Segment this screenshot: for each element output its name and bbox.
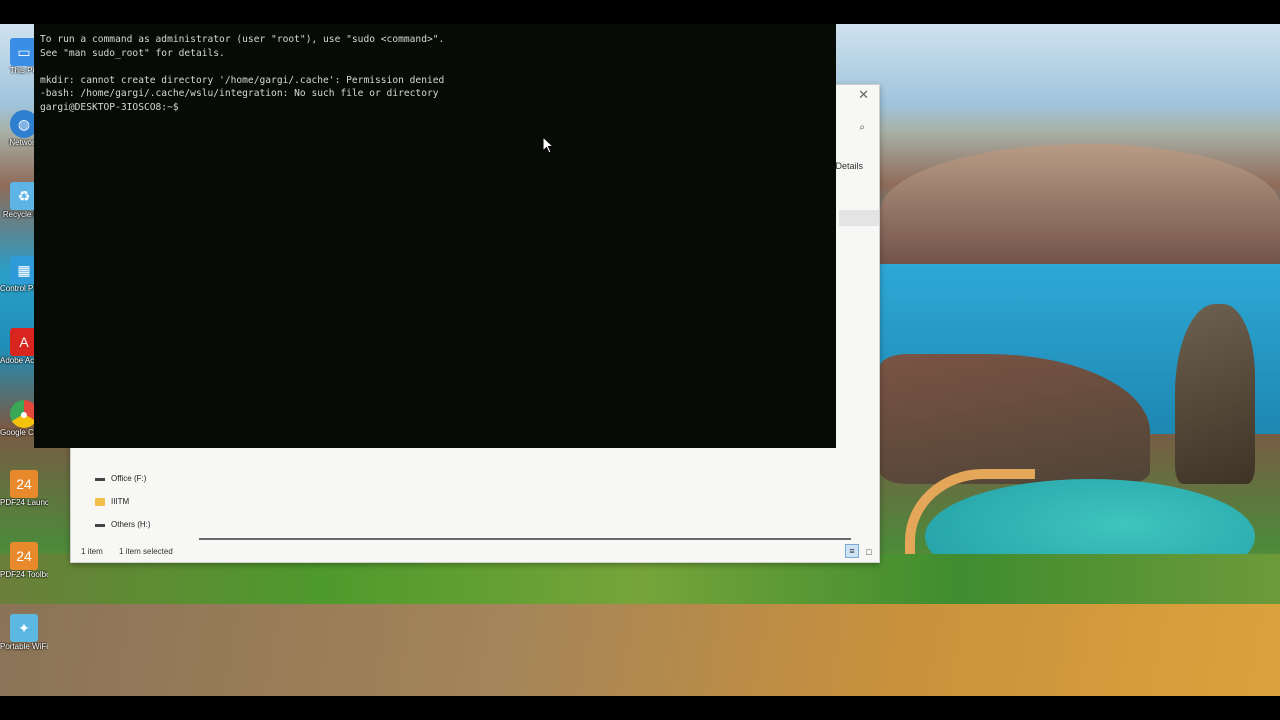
selection-count: 1 item selected <box>119 547 173 556</box>
wallpaper-ground <box>0 604 1280 696</box>
folder-icon <box>95 497 105 506</box>
desktop-icon-pdf24-launcher[interactable]: 24 PDF24 Launcher <box>0 470 48 508</box>
terminal-prompt[interactable]: gargi@DESKTOP-3IOSCO8:~$ <box>40 102 179 113</box>
nav-item-office-drive[interactable]: Office (F:) <box>95 474 146 483</box>
terminal-line: -bash: /home/gargi/.cache/wslu/integrati… <box>40 88 439 100</box>
portable-wifi-icon: ✦ <box>10 614 38 642</box>
drive-icon <box>95 524 105 527</box>
search-icon[interactable]: ⌕ <box>859 122 865 133</box>
desktop-icon-portable-wifi[interactable]: ✦ Portable WiFi <box>0 614 48 652</box>
desktop: ▭ This PC ◍ Network ♻ Recycle Bin ▦ Cont… <box>0 24 1280 696</box>
terminal-line: To run a command as administrator (user … <box>40 34 445 45</box>
drive-icon <box>95 478 105 481</box>
status-bar: 1 item 1 item selected ≡ □ <box>71 540 879 562</box>
details-view-icon[interactable]: ≡ <box>845 544 859 558</box>
selected-row-highlight <box>839 210 879 226</box>
terminal-line: See "man sudo_root" for details. <box>40 47 225 59</box>
terminal-output: To run a command as administrator (user … <box>40 33 444 115</box>
desktop-icon-pdf24-toolbox[interactable]: 24 PDF24 Toolbox <box>0 542 48 580</box>
wallpaper-rock-pinnacle <box>1175 304 1255 484</box>
tiles-view-icon[interactable]: □ <box>863 546 875 558</box>
close-icon[interactable]: ✕ <box>858 87 869 103</box>
nav-item-others-drive[interactable]: Others (H:) <box>95 520 151 529</box>
nav-item-iiitm-folder[interactable]: IIITM <box>95 497 129 506</box>
terminal-window[interactable]: To run a command as administrator (user … <box>34 24 836 448</box>
details-button[interactable]: Details <box>835 161 863 171</box>
terminal-line: mkdir: cannot create directory '/home/ga… <box>40 74 445 86</box>
item-count: 1 item <box>81 547 103 556</box>
wallpaper-hills <box>880 144 1280 274</box>
pdf24-toolbox-icon: 24 <box>10 542 38 570</box>
pdf24-launcher-icon: 24 <box>10 470 38 498</box>
